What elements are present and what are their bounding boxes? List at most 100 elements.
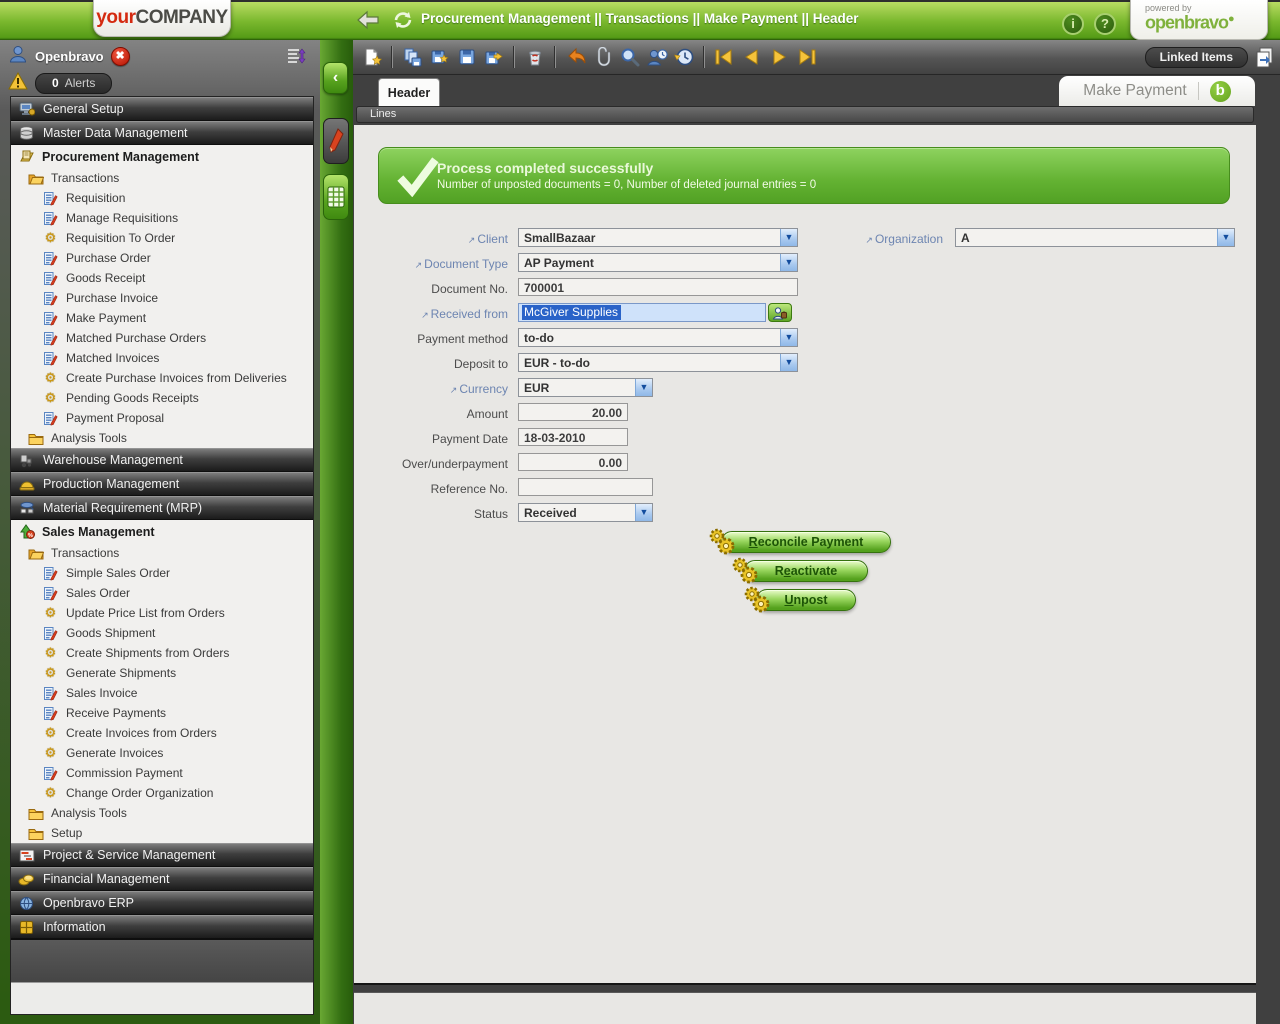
field-label-currency[interactable]: ↗Currency [374, 382, 508, 396]
field-label-client[interactable]: ↗Client [374, 232, 508, 246]
sidebar-item-general-setup[interactable]: General Setup [11, 97, 313, 121]
chevron-down-icon[interactable]: ▼ [780, 254, 797, 271]
field-label-received-from[interactable]: ↗Received from [374, 307, 508, 321]
field-label-document-type[interactable]: ↗Document Type [374, 257, 508, 271]
sidebar-item-sales-management[interactable]: %Sales Management [11, 520, 313, 543]
sidebar-item-matched-invoices[interactable]: Matched Invoices [11, 348, 313, 368]
sidebar-item-setup[interactable]: Setup [11, 823, 313, 843]
sidebar-item-transactions[interactable]: Transactions [11, 168, 313, 188]
user-audit-icon[interactable] [644, 45, 669, 70]
last-record-icon[interactable] [793, 45, 818, 70]
grid-view-tab[interactable] [323, 174, 349, 220]
back-arrow-icon[interactable] [355, 8, 381, 32]
client-select[interactable]: SmallBazaar▼ [518, 228, 798, 247]
sidebar-item-project-service-management[interactable]: Project & Service Management [11, 843, 313, 867]
save-new-icon[interactable] [427, 45, 452, 70]
document-type-select[interactable]: AP Payment▼ [518, 253, 798, 272]
alerts-badge[interactable]: 0Alerts [35, 73, 112, 94]
over-underpayment-input[interactable]: 0.00 [518, 453, 628, 471]
currency-select[interactable]: EUR▼ [518, 378, 653, 397]
payment-date-input[interactable]: 18-03-2010 [518, 428, 628, 446]
sidebar-item-financial-management[interactable]: Financial Management [11, 867, 313, 891]
attachment-icon[interactable] [590, 45, 615, 70]
sidebar-item-analysis-tools[interactable]: Analysis Tools [11, 803, 313, 823]
delete-icon[interactable] [522, 45, 547, 70]
chevron-down-icon[interactable]: ▼ [635, 379, 652, 396]
sidebar-item-pending-goods-receipts[interactable]: ⚙Pending Goods Receipts [11, 388, 313, 408]
sidebar-item-warehouse-management[interactable]: Warehouse Management [11, 448, 313, 472]
tab-header[interactable]: Header [378, 78, 440, 106]
chevron-down-icon[interactable]: ▼ [780, 329, 797, 346]
previous-record-icon[interactable] [739, 45, 764, 70]
sidebar-item-goods-shipment[interactable]: Goods Shipment [11, 623, 313, 643]
next-record-icon[interactable] [766, 45, 791, 70]
sidebar-item-make-payment[interactable]: Make Payment [11, 308, 313, 328]
menu-collapse-all-icon[interactable] [286, 45, 308, 72]
save-close-icon[interactable] [481, 45, 506, 70]
reconcile-payment-button[interactable]: Reconcile Payment [721, 531, 891, 553]
sidebar-item-create-invoices-from-orders[interactable]: ⚙Create Invoices from Orders [11, 723, 313, 743]
sidebar-item-update-price-list-from-orders[interactable]: ⚙Update Price List from Orders [11, 603, 313, 623]
sidebar-item-payment-proposal[interactable]: Payment Proposal [11, 408, 313, 428]
sidebar-item-create-shipments-from-orders[interactable]: ⚙Create Shipments from Orders [11, 643, 313, 663]
copy-record-icon[interactable] [400, 45, 425, 70]
refresh-icon[interactable] [390, 8, 416, 32]
sidebar-item-purchase-order[interactable]: Purchase Order [11, 248, 313, 268]
sidebar-item-commission-payment[interactable]: Commission Payment [11, 763, 313, 783]
sidebar-item-sales-order[interactable]: Sales Order [11, 583, 313, 603]
tab-lines[interactable]: Lines [356, 106, 1254, 123]
top-bar: yourCOMPANY Procurement Management || Tr… [0, 0, 1280, 40]
status-select[interactable]: Received▼ [518, 503, 653, 522]
reference-no-input[interactable] [518, 478, 653, 496]
edit-view-tab[interactable] [323, 118, 349, 164]
sidebar-item-transactions[interactable]: Transactions [11, 543, 313, 563]
amount-input[interactable]: 20.00 [518, 403, 628, 421]
chevron-down-icon[interactable]: ▼ [1217, 229, 1234, 246]
deposit-to-select[interactable]: EUR - to-do▼ [518, 353, 798, 372]
payment-method-select[interactable]: to-do▼ [518, 328, 798, 347]
document-no-input[interactable]: 700001 [518, 278, 798, 296]
linked-items-button[interactable]: Linked Items [1145, 47, 1248, 68]
alerts-count: 0 [52, 76, 59, 90]
sidebar-item-production-management[interactable]: Production Management [11, 472, 313, 496]
sidebar-item-material-requirement-mrp[interactable]: Material Requirement (MRP) [11, 496, 313, 520]
linked-items-icon[interactable] [1254, 46, 1274, 73]
sidebar-item-requisition[interactable]: Requisition [11, 188, 313, 208]
undo-icon[interactable] [563, 45, 588, 70]
field-label-organization[interactable]: ↗Organization [783, 232, 943, 246]
sidebar-item-procurement-management[interactable]: Procurement Management [11, 145, 313, 168]
sidebar-item-openbravo-erp[interactable]: Openbravo ERP [11, 891, 313, 915]
help-icon[interactable]: ? [1094, 13, 1116, 35]
logout-close-icon[interactable]: ✖ [111, 47, 130, 66]
first-record-icon[interactable] [712, 45, 737, 70]
sidebar-item-matched-purchase-orders[interactable]: Matched Purchase Orders [11, 328, 313, 348]
reactivate-button[interactable]: Reactivate [744, 560, 868, 582]
sidebar-item-change-order-organization[interactable]: ⚙Change Order Organization [11, 783, 313, 803]
sidebar-item-receive-payments[interactable]: Receive Payments [11, 703, 313, 723]
sidebar-collapse-icon[interactable]: ‹ [323, 62, 348, 94]
chevron-down-icon[interactable]: ▼ [780, 354, 797, 371]
sidebar-item-sales-invoice[interactable]: Sales Invoice [11, 683, 313, 703]
info-icon[interactable]: i [1062, 13, 1084, 35]
new-record-icon[interactable] [359, 45, 384, 70]
sidebar-item-master-data-management[interactable]: Master Data Management [11, 121, 313, 145]
save-icon[interactable] [454, 45, 479, 70]
sidebar-item-purchase-invoice[interactable]: Purchase Invoice [11, 288, 313, 308]
sidebar-item-manage-requisitions[interactable]: Manage Requisitions [11, 208, 313, 228]
business-partner-search-icon[interactable] [768, 303, 792, 322]
sidebar-item-goods-receipt[interactable]: Goods Receipt [11, 268, 313, 288]
received-from-input[interactable]: McGiver Supplies [518, 303, 766, 322]
history-icon[interactable] [671, 45, 696, 70]
search-icon[interactable] [617, 45, 642, 70]
sidebar-item-simple-sales-order[interactable]: Simple Sales Order [11, 563, 313, 583]
chevron-down-icon[interactable]: ▼ [635, 504, 652, 521]
sidebar-item-information[interactable]: Information [11, 915, 313, 939]
sidebar-item-analysis-tools[interactable]: Analysis Tools [11, 428, 313, 448]
sidebar-item-create-purchase-invoices-from-deliveries[interactable]: ⚙Create Purchase Invoices from Deliverie… [11, 368, 313, 388]
organization-select[interactable]: A▼ [955, 228, 1235, 247]
sidebar-item-generate-shipments[interactable]: ⚙Generate Shipments [11, 663, 313, 683]
unpost-button[interactable]: Unpost [756, 589, 856, 611]
sidebar-item-requisition-to-order[interactable]: ⚙Requisition To Order [11, 228, 313, 248]
sidebar-item-generate-invoices[interactable]: ⚙Generate Invoices [11, 743, 313, 763]
alerts-row[interactable]: 0Alerts [8, 72, 112, 95]
